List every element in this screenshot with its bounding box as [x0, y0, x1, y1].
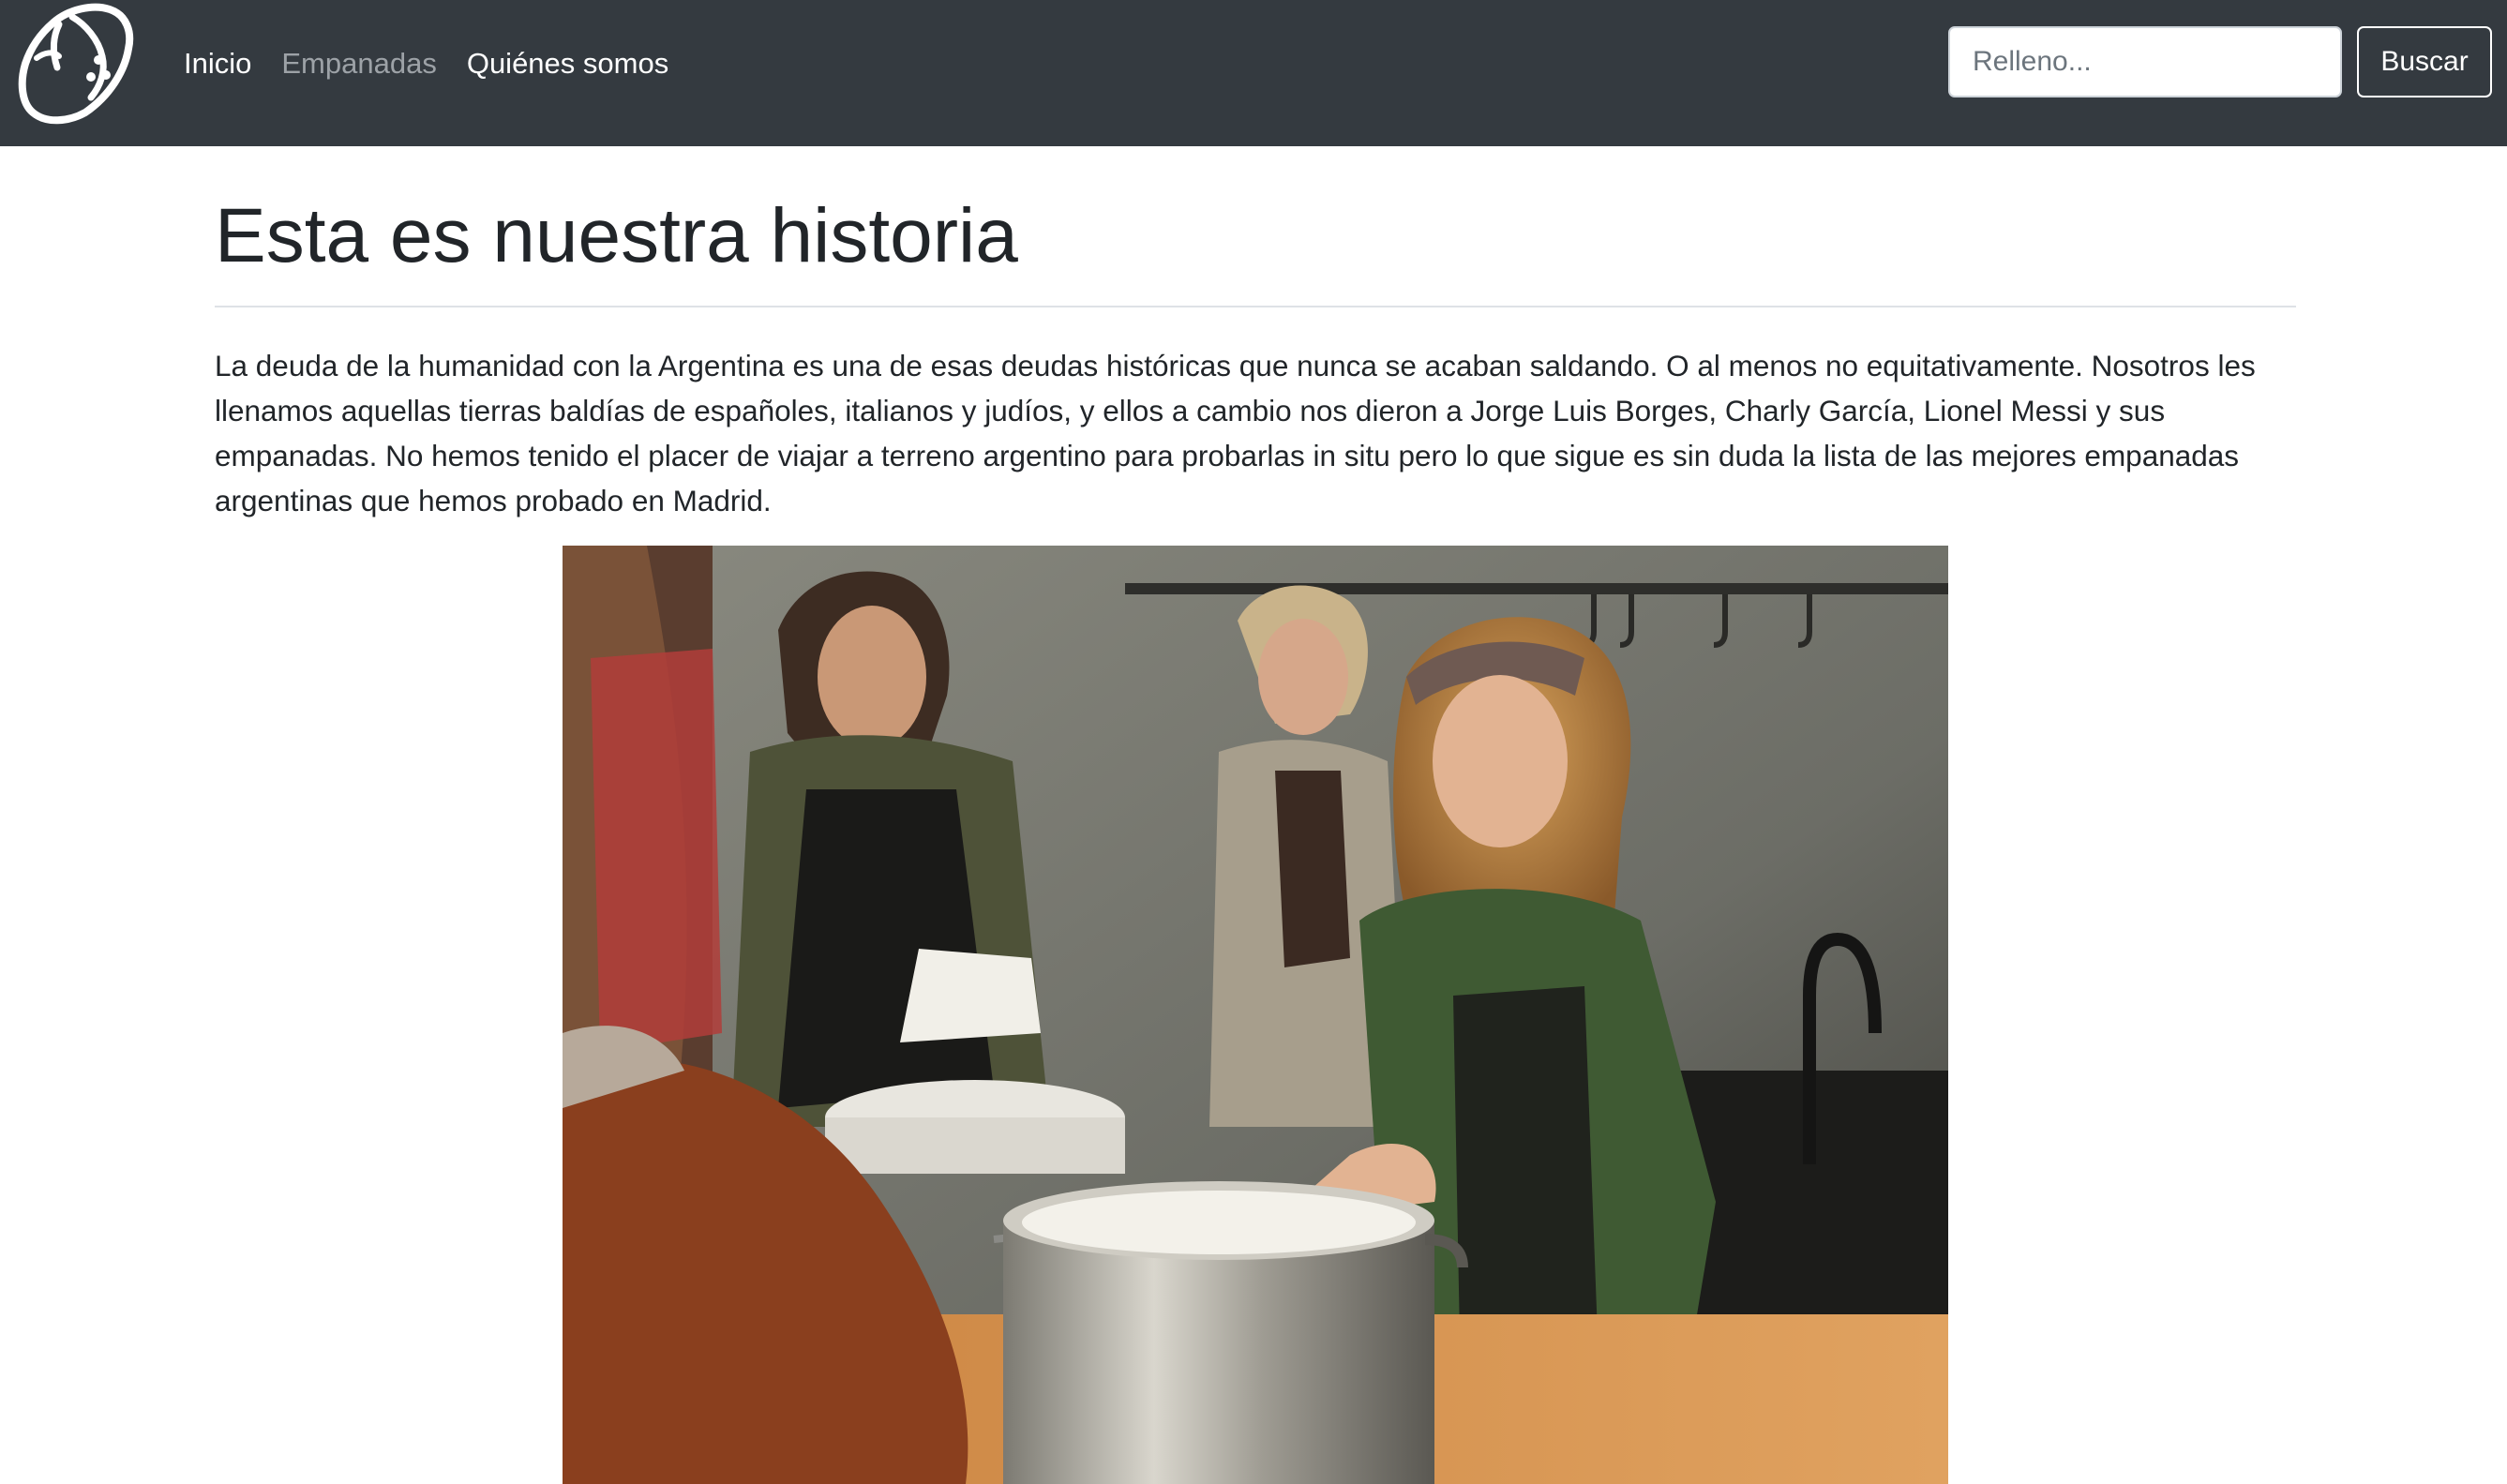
page-title: Esta es nuestra historia: [215, 193, 1018, 278]
nav-link-inicio[interactable]: Inicio: [184, 45, 251, 82]
main-nav: Inicio Empanadas Quiénes somos: [184, 45, 668, 82]
intro-paragraph: La deuda de la humanidad con la Argentin…: [215, 349, 2256, 517]
search-input[interactable]: [1948, 26, 2342, 97]
navbar: Inicio Empanadas Quiénes somos Buscar: [0, 0, 2507, 146]
nav-link-quienes-somos[interactable]: Quiénes somos: [467, 45, 668, 82]
main-content: Esta es nuestra historia La deuda de la …: [215, 146, 2296, 523]
title-divider: [215, 306, 2296, 307]
search-button[interactable]: Buscar: [2357, 26, 2492, 97]
nav-link-empanadas[interactable]: Empanadas: [281, 45, 436, 82]
empanada-logo-icon[interactable]: [16, 2, 142, 126]
kitchen-photo: [563, 546, 1948, 1484]
